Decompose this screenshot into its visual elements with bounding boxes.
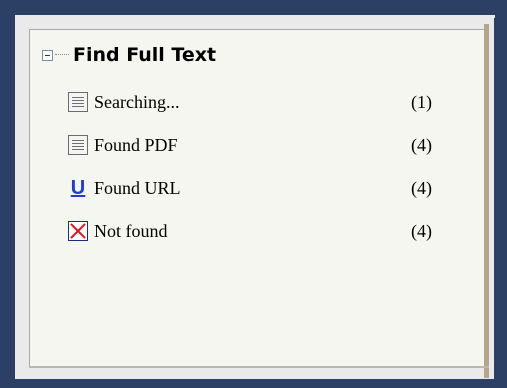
- window-edge: [494, 18, 507, 384]
- not-found-icon: [68, 221, 88, 241]
- tree-item-label: Found URL: [94, 177, 181, 198]
- tree-item-found-url[interactable]: U Found URL (4): [68, 175, 432, 201]
- tree-item-found-pdf[interactable]: Found PDF (4): [68, 132, 432, 158]
- url-icon: U: [70, 177, 86, 199]
- tree-item-count: (4): [411, 177, 432, 198]
- collapse-icon[interactable]: [42, 49, 53, 61]
- tree-root-find-full-text[interactable]: Find Full Text: [42, 44, 216, 66]
- document-icon: [68, 92, 88, 112]
- tree-item-not-found[interactable]: Not found (4): [68, 218, 432, 244]
- tree-connector: [55, 54, 69, 56]
- tree-root-label: Find Full Text: [73, 44, 217, 66]
- tree-item-searching[interactable]: Searching... (1): [68, 89, 432, 115]
- tree-item-label: Found PDF: [94, 134, 178, 155]
- splitter[interactable]: [484, 24, 489, 378]
- tree-item-label: Searching...: [94, 91, 180, 112]
- tree-item-label: Not found: [94, 220, 168, 241]
- tree-item-count: (4): [411, 220, 432, 241]
- find-full-text-tree: Find Full Text: [42, 44, 216, 66]
- document-icon: [68, 135, 88, 155]
- panel-bottom-edge: [29, 366, 489, 368]
- tree-item-count: (1): [411, 91, 432, 112]
- tree-item-count: (4): [411, 134, 432, 155]
